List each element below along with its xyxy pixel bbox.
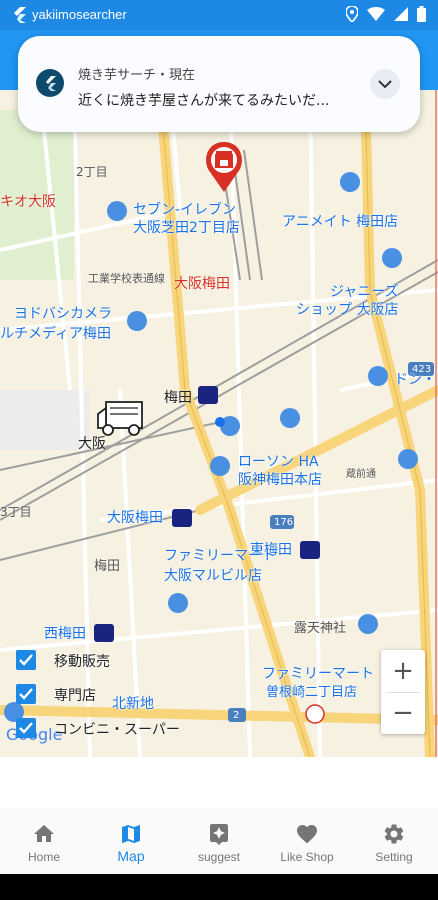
map-label-kitashinchi: 北新地: [112, 696, 154, 712]
check-icon: [19, 688, 33, 700]
filter-label: コンビニ・スーパー: [54, 722, 180, 738]
map-label-kio-osaka: キオ大阪: [0, 194, 56, 210]
nav-map[interactable]: Map: [87, 808, 175, 874]
shop-map-marker[interactable]: [204, 140, 244, 192]
checkbox-mobile-sales[interactable]: [16, 650, 36, 670]
map-label-yodobashi: ヨドバシカメラ: [14, 306, 112, 322]
map-label-2chome: 2丁目: [76, 165, 108, 179]
nav-label: Like Shop: [280, 850, 334, 864]
nav-label: Map: [117, 848, 145, 864]
checkbox-convenience-store[interactable]: [16, 718, 36, 738]
heart-icon: [297, 825, 317, 844]
battery-icon: [417, 6, 426, 22]
status-icons: [346, 6, 426, 22]
map-label-kuramae: 蔵前通: [346, 469, 376, 480]
check-icon: [19, 654, 33, 666]
map-label-seven-eleven-branch: 大阪芝田2丁目店: [133, 220, 240, 236]
zoom-controls: + −: [381, 650, 425, 734]
heads-up-notification[interactable]: 焼き芋サーチ・現在 近くに焼き芋屋さんが来てるみたいだ...: [18, 36, 420, 132]
map-label-kosen-street: 工業学校表通線: [88, 272, 165, 285]
bottom-navigation: Home Map suggest Like Shop Setting: [0, 808, 438, 874]
checkbox-specialty-store[interactable]: [16, 684, 36, 704]
map-label-multimedia-umeda: ルチメディア梅田: [0, 326, 112, 342]
map-label-don-quijote: ドン・: [394, 372, 436, 388]
nav-setting[interactable]: Setting: [350, 808, 438, 874]
signal-icon: [394, 7, 408, 21]
flutter-logo-icon: [14, 7, 26, 23]
zoom-out-button[interactable]: −: [381, 692, 425, 734]
filter-label: 移動販売: [54, 654, 110, 670]
map-label-lawson-hanshin: 阪神梅田本店: [238, 472, 322, 488]
map-label-3chome: 3丁目: [0, 505, 32, 519]
location-icon: [346, 6, 358, 22]
home-icon: [34, 825, 54, 842]
filter-label: 専門店: [54, 688, 96, 704]
map-label-osaka-umeda-hanshin: 大阪梅田: [174, 276, 230, 292]
suggest-icon: [210, 824, 228, 845]
status-bar: yakiimosearcher: [0, 0, 438, 30]
chevron-down-icon: [378, 80, 392, 89]
map-label-johnnys: ジャニーズ: [330, 284, 399, 300]
route-2-label: 2: [233, 710, 240, 721]
app-icon: [36, 69, 64, 97]
map-label-familymart-3: ファミリーマート: [262, 666, 374, 682]
gear-icon: [384, 824, 404, 844]
system-navigation-bar: [0, 874, 438, 900]
nav-suggest[interactable]: suggest: [175, 808, 263, 874]
map-label-umeda: 梅田: [94, 559, 121, 574]
nav-label: Home: [27, 850, 60, 864]
nav-like-shop[interactable]: Like Shop: [263, 808, 351, 874]
nav-label: Setting: [375, 850, 413, 864]
map-label-seven-eleven: セブン-イレブン: [133, 202, 237, 218]
check-icon: [19, 722, 33, 734]
map-label-lawson: ローソン HA: [238, 454, 319, 470]
status-app-name: yakiimosearcher: [32, 7, 127, 22]
map-label-tsuyu-shrine: 露天神社: [294, 621, 347, 636]
nav-label: suggest: [197, 850, 241, 864]
food-truck-map-marker[interactable]: [96, 400, 146, 440]
map-label-osaka-umeda-station: 大阪梅田: [107, 510, 163, 526]
nav-home[interactable]: Home: [0, 808, 88, 874]
notification-message: 近くに焼き芋屋さんが来てるみたいだ...: [78, 93, 330, 109]
flutter-logo-icon: [46, 76, 56, 91]
map-label-familymart-marubiru: 大阪マルビル店: [164, 568, 262, 584]
map-label-familymart-sonezaki: 曽根崎二丁目店: [266, 685, 358, 700]
notification-app-label: 焼き芋サーチ・現在: [78, 68, 196, 83]
map-label-umeda-station: 梅田: [164, 390, 192, 406]
map-label-familymart-1: ファミリーマート: [164, 548, 276, 564]
map-icon: [122, 825, 140, 843]
route-176-label: 176: [274, 517, 294, 528]
map-label-nishi-umeda: 西梅田: [44, 626, 86, 642]
map-label-animate: アニメイト 梅田店: [282, 214, 399, 230]
notification-expand-button[interactable]: [370, 69, 400, 99]
zoom-in-button[interactable]: +: [381, 650, 425, 692]
map-view[interactable]: 176 423 2 2丁目 キオ大阪 セブン-イレブン 大阪芝田2丁目店 アニメ…: [0, 90, 438, 757]
wifi-icon: [367, 7, 385, 21]
map-label-johnnys-shop: ショップ 大阪店: [296, 302, 399, 318]
